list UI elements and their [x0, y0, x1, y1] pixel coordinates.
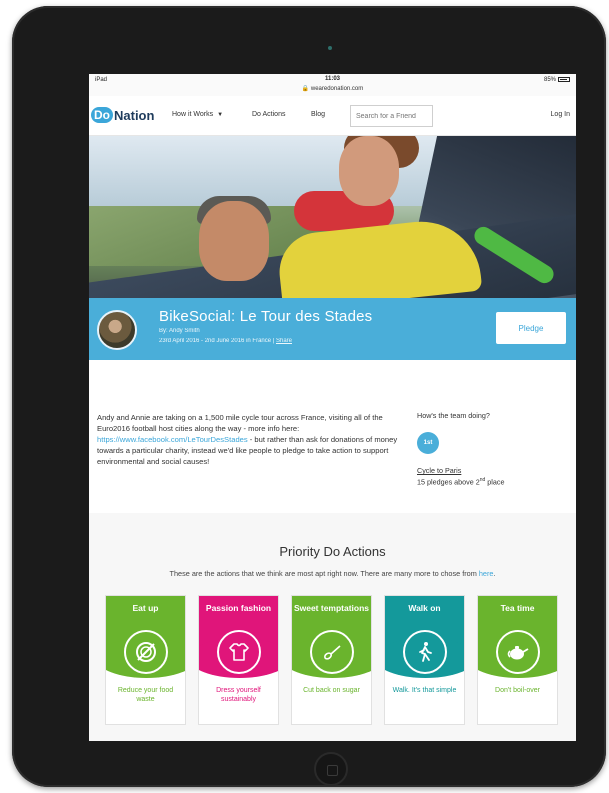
campaign-description: Andy and Annie are taking on a 1,500 mil… [97, 412, 405, 467]
card-footer: Dress yourself sustainably [216, 687, 261, 703]
team-pledges: 15 pledges above 2nd place [417, 477, 567, 486]
action-card-passion-fashion[interactable]: Passion fashion Dress yourself sustainab… [198, 595, 279, 725]
camera-dot [328, 46, 332, 50]
campaign-title: BikeSocial: Le Tour des Stades [159, 308, 373, 325]
screen: iPad 11:03 🔒 wearedonation.com 85% Do Nat… [89, 74, 576, 741]
pledge-button[interactable]: Pledge [496, 312, 566, 344]
home-button[interactable] [314, 752, 348, 786]
team-progress: How's the team doing? 1st Cycle to Paris… [417, 411, 567, 486]
address-bar[interactable]: 🔒 wearedonation.com [89, 85, 576, 92]
priority-subtitle-end: . [493, 569, 496, 578]
action-card-walk-on[interactable]: Walk on Walk. It's that simple [384, 595, 465, 725]
login-link[interactable]: Log In [551, 111, 570, 118]
card-title: Sweet temptations [293, 603, 370, 613]
team-link[interactable]: Cycle to Paris [417, 466, 567, 475]
status-time: 11:03 [324, 76, 340, 82]
battery-icon [558, 77, 570, 82]
first-place-badge: 1st [417, 432, 439, 454]
card-footer: Walk. It's that simple [392, 687, 457, 694]
url-text: wearedonation.com [310, 86, 364, 92]
shirt-icon [217, 630, 261, 674]
campaign-dates: 23rd April 2016 - 2nd June 2016 in Franc… [159, 338, 292, 344]
walking-person-icon [403, 630, 447, 674]
pledges-suffix: place [485, 477, 505, 487]
card-footer: Reduce your food waste [117, 687, 174, 703]
card-footer: Cut back on sugar [303, 687, 360, 694]
action-card-tea-time[interactable]: Tea time Don't boil-over [477, 595, 558, 725]
donation-logo[interactable]: Do Nation [91, 107, 154, 123]
priority-subtitle-text: These are the actions that we think are … [169, 569, 479, 578]
nav-how-it-works[interactable]: How it Works ▼ [172, 111, 223, 118]
logo-nation: Nation [114, 107, 155, 123]
chevron-down-icon: ▼ [217, 112, 224, 118]
top-nav: DoNation How it Works▼ Do Actions Blog L… [89, 96, 576, 136]
card-title: Eat up [132, 603, 159, 613]
action-card-eat-up[interactable]: Eat up Reduce your food waste [105, 595, 186, 725]
avatar[interactable] [97, 310, 137, 350]
card-title: Walk on [408, 603, 441, 613]
dates-separator: | [272, 338, 275, 344]
card-title: Passion fashion [205, 603, 272, 613]
campaign-author: By: Andy Smith [159, 328, 200, 334]
campaign-dates-text: 23rd April 2016 - 2nd June 2016 in Franc… [159, 338, 272, 344]
action-card-sweet-temptations[interactable]: Sweet temptations Cut back on sugar [291, 595, 372, 725]
facebook-link[interactable]: https://www.facebook.com/LeTourDesStades [97, 435, 248, 444]
search-input[interactable] [350, 105, 433, 127]
card-footer: Don't boil-over [495, 687, 540, 694]
battery-status: 85% [544, 77, 570, 83]
pledges-text: 15 pledges above 2 [417, 477, 480, 487]
campaign-content: Andy and Annie are taking on a 1,500 mil… [89, 360, 576, 515]
description-text-1: Andy and Annie are taking on a 1,500 mil… [97, 413, 383, 433]
ipad-frame: iPad 11:03 🔒 wearedonation.com 85% Do Nat… [12, 6, 606, 787]
nav-how-it-works-label: How it Works [172, 111, 214, 118]
nav-blog[interactable]: Blog [311, 111, 325, 118]
card-title: Tea time [500, 603, 535, 613]
more-actions-link[interactable]: here [479, 569, 494, 578]
battery-percent: 85% [543, 77, 556, 84]
priority-actions-section: Priority Do Actions These are the action… [89, 513, 576, 741]
priority-heading: Priority Do Actions [279, 544, 386, 559]
team-heading: How's the team doing? [417, 411, 490, 420]
share-link[interactable]: Share [276, 338, 292, 344]
priority-subtitle: These are the actions that we think are … [89, 569, 576, 578]
spoon-icon [310, 630, 354, 674]
plate-icon [124, 630, 168, 674]
campaign-banner: BikeSocial: Le Tour des Stades By: Andy … [89, 298, 576, 360]
hero-image [89, 136, 576, 298]
logo-do: Do [91, 107, 113, 123]
nav-do-actions[interactable]: Do Actions [252, 111, 285, 118]
teapot-icon [496, 630, 540, 674]
action-cards: Eat up Reduce your food waste Passion fa… [105, 595, 565, 725]
status-bar: iPad 11:03 🔒 wearedonation.com 85% [89, 74, 576, 96]
